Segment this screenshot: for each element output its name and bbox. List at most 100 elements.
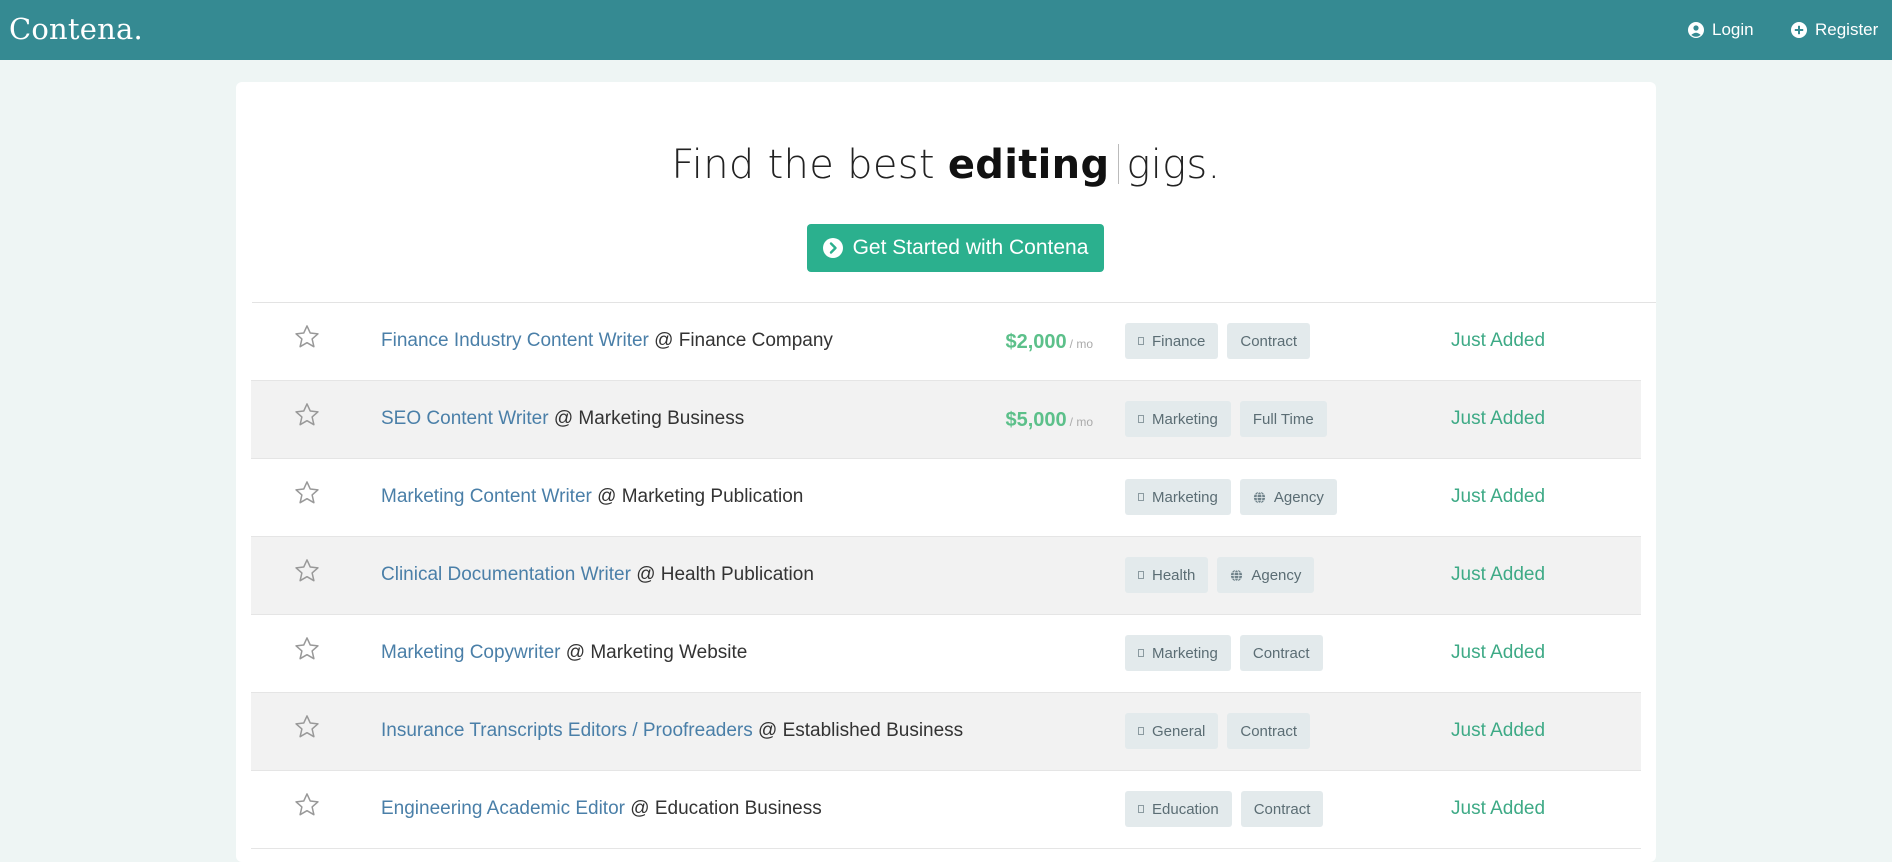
job-title-link[interactable]: Marketing Copywriter	[381, 642, 561, 663]
globe-icon	[1231, 569, 1243, 581]
job-row: Finance Industry Content Writer @ Financ…	[251, 303, 1641, 381]
job-company: @ Marketing Business	[553, 408, 745, 429]
job-tag-label: General	[1152, 722, 1206, 740]
job-row: Insurance Transcripts Editors / Proofrea…	[251, 693, 1641, 771]
salary-amount: $5,000	[1005, 409, 1067, 431]
job-tag-label: Contract	[1240, 722, 1298, 740]
job-tag[interactable]: Agency	[1239, 479, 1337, 515]
hero-highlight: editing	[947, 142, 1110, 188]
salary-amount: $2,000	[1005, 331, 1067, 353]
salary-period: / mo	[1069, 415, 1093, 429]
job-company: @ Health Publication	[636, 564, 814, 585]
job-tag[interactable]: Health	[1125, 557, 1209, 593]
job-title-line: SEO Content Writer @ Marketing Business	[381, 408, 744, 430]
login-link[interactable]: Login	[1688, 18, 1754, 42]
register-link[interactable]: Register	[1791, 18, 1878, 42]
job-tag[interactable]: Education	[1125, 791, 1232, 827]
category-icon	[1138, 337, 1144, 345]
get-started-button[interactable]: Get Started with Contena	[807, 224, 1104, 272]
category-icon	[1138, 493, 1144, 501]
job-row: Engineering Academic Editor @ Education …	[251, 771, 1641, 849]
job-tag[interactable]: Agency	[1217, 557, 1315, 593]
hero-prefix: Find the best	[671, 142, 935, 188]
job-tag-label: Health	[1152, 566, 1196, 584]
job-tag[interactable]: General	[1125, 713, 1219, 749]
job-title-line: Insurance Transcripts Editors / Proofrea…	[381, 720, 963, 742]
job-list: Finance Industry Content Writer @ Financ…	[251, 303, 1641, 849]
job-title-link[interactable]: Marketing Content Writer	[381, 486, 592, 507]
job-tags: Health Agency	[1125, 557, 1315, 593]
category-icon	[1138, 571, 1144, 579]
job-tags: Education Contract	[1125, 791, 1324, 827]
top-navbar: Contena. Login Register	[0, 0, 1892, 60]
job-tag-label: Contract	[1253, 800, 1311, 818]
job-title-link[interactable]: SEO Content Writer	[381, 408, 549, 429]
job-company: @ Finance Company	[654, 330, 833, 351]
job-row: SEO Content Writer @ Marketing Business …	[251, 381, 1641, 459]
job-tag[interactable]: Contract	[1227, 713, 1311, 749]
job-row: Clinical Documentation Writer @ Health P…	[251, 537, 1641, 615]
job-tag[interactable]: Full Time	[1239, 401, 1327, 437]
star-icon[interactable]	[293, 713, 321, 741]
login-label: Login	[1712, 20, 1754, 39]
job-tags: General Contract	[1125, 713, 1311, 749]
job-tag[interactable]: Marketing	[1125, 401, 1231, 437]
job-tag[interactable]: Contract	[1240, 791, 1324, 827]
star-icon[interactable]	[293, 401, 321, 429]
hero-heading: Find the best editing gigs.	[236, 142, 1656, 188]
job-title-link[interactable]: Clinical Documentation Writer	[381, 564, 631, 585]
globe-icon	[1253, 491, 1265, 503]
star-icon[interactable]	[293, 557, 321, 585]
job-company: @ Marketing Publication	[597, 486, 804, 507]
star-icon[interactable]	[293, 323, 321, 351]
job-status: Just Added	[1451, 720, 1546, 741]
category-icon	[1138, 415, 1144, 423]
category-icon	[1138, 805, 1144, 813]
logo[interactable]: Contena.	[9, 12, 143, 46]
job-status: Just Added	[1451, 408, 1546, 429]
typing-caret	[1118, 144, 1120, 184]
plus-circle-icon	[1791, 22, 1807, 38]
job-tag[interactable]: Finance	[1125, 323, 1219, 359]
job-salary	[1090, 487, 1093, 510]
job-tag[interactable]: Contract	[1239, 635, 1323, 671]
job-tag[interactable]: Marketing	[1125, 635, 1231, 671]
user-icon	[1688, 22, 1704, 38]
job-tag-label: Contract	[1252, 644, 1310, 662]
job-company: @ Marketing Website	[565, 642, 748, 663]
job-tag-label: Agency	[1251, 566, 1302, 584]
job-tag-label: Marketing	[1152, 644, 1218, 662]
job-salary	[1090, 799, 1093, 822]
job-title-line: Engineering Academic Editor @ Education …	[381, 798, 822, 820]
job-title-line: Clinical Documentation Writer @ Health P…	[381, 564, 814, 586]
job-title-link[interactable]: Insurance Transcripts Editors / Proofrea…	[381, 720, 753, 741]
job-title-link[interactable]: Engineering Academic Editor	[381, 798, 625, 819]
category-icon	[1138, 727, 1144, 735]
job-tags: Marketing Full Time	[1125, 401, 1327, 437]
job-tag[interactable]: Marketing	[1125, 479, 1231, 515]
job-tag-label: Agency	[1273, 488, 1324, 506]
job-status: Just Added	[1451, 642, 1546, 663]
job-tag[interactable]: Contract	[1227, 323, 1311, 359]
job-title-link[interactable]: Finance Industry Content Writer	[381, 330, 649, 351]
job-tags: Finance Contract	[1125, 323, 1311, 359]
job-salary: $2,000/ mo	[1005, 331, 1093, 354]
job-tag-label: Marketing	[1152, 488, 1218, 506]
job-title-line: Finance Industry Content Writer @ Financ…	[381, 330, 833, 352]
star-icon[interactable]	[293, 791, 321, 819]
job-salary	[1090, 643, 1093, 666]
job-company: @ Education Business	[630, 798, 822, 819]
job-tag-label: Marketing	[1152, 410, 1218, 428]
job-tag-label: Finance	[1152, 332, 1206, 350]
star-icon[interactable]	[293, 635, 321, 663]
chevron-right-circle-icon	[822, 238, 843, 258]
job-status: Just Added	[1451, 798, 1546, 819]
category-icon	[1138, 649, 1144, 657]
job-salary: $5,000/ mo	[1005, 409, 1093, 432]
job-status: Just Added	[1451, 330, 1546, 351]
job-salary	[1090, 721, 1093, 744]
job-row: Marketing Copywriter @ Marketing Website…	[251, 615, 1641, 693]
job-tags: Marketing Contract	[1125, 635, 1323, 671]
register-label: Register	[1815, 20, 1879, 39]
star-icon[interactable]	[293, 479, 321, 507]
